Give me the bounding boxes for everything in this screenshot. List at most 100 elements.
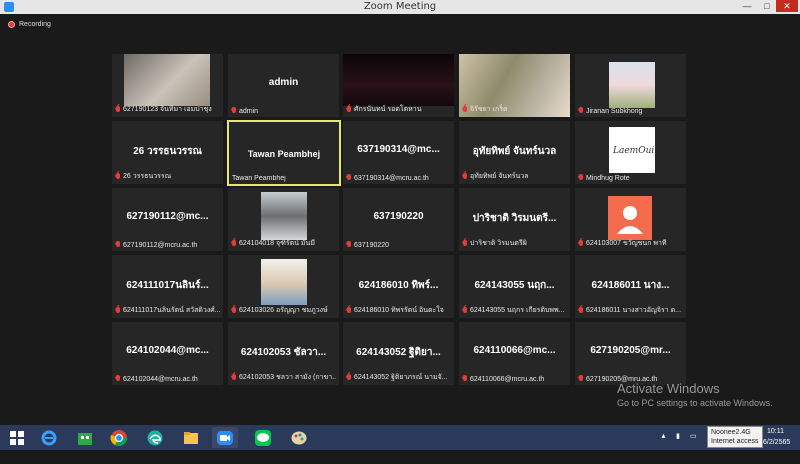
recording-indicator[interactable]: Recording: [8, 21, 51, 28]
wifi-status: Internet access: [711, 438, 759, 445]
muted-mic-icon: [115, 306, 121, 315]
muted-mic-icon: [346, 373, 352, 382]
participant-display-name: admin: [268, 77, 299, 88]
participant-name: ศักรนันทน์ รอดโตหาน: [354, 106, 422, 113]
paint-icon: [291, 431, 307, 444]
muted-mic-icon: [462, 239, 468, 248]
participant-tile[interactable]: 627190112@mc... 627190112@mcru.ac.th: [112, 188, 223, 251]
participant-tile[interactable]: LaemOui Mindhug Rote: [575, 121, 686, 184]
store-button[interactable]: [72, 427, 98, 448]
window-title: Zoom Meeting: [363, 1, 437, 12]
muted-mic-icon: [578, 107, 584, 115]
participant-name: 624110066@mcru.ac.th: [470, 375, 545, 383]
participant-tile[interactable]: 624143055 นฤก... 624143055 นฤกร เกียรติบ…: [459, 255, 570, 318]
line-button[interactable]: [250, 427, 276, 448]
participant-tile[interactable]: Jiranan Subkhong: [575, 54, 686, 117]
participant-tile[interactable]: อุทัยทิพย์ จันทร์นวล อุทัยทิพย์ จันทร์นว…: [459, 121, 570, 184]
minimize-button[interactable]: —: [738, 0, 756, 12]
wifi-network-name: Noonee2.4G: [711, 429, 751, 436]
participant-display-name: Tawan Peambhej: [247, 149, 321, 159]
participant-name: 624186010 ทิพรรัตน์ อินตะใจ: [354, 307, 444, 314]
avatar: [608, 196, 652, 240]
muted-mic-icon: [346, 306, 352, 315]
muted-mic-icon: [231, 107, 237, 115]
participant-name: 26 วรรธนวรรณ: [123, 173, 172, 180]
participant-display-name: 624186010 ทิพร์...: [358, 280, 439, 291]
participant-display-name: 637190220: [373, 211, 424, 222]
battery-icon[interactable]: ▭: [690, 432, 697, 457]
participant-video: [343, 54, 454, 106]
participant-display-name: อุทัยทิพย์ จันทร์นวล: [472, 146, 557, 157]
muted-mic-icon: [115, 375, 121, 383]
participant-tile[interactable]: 624110066@mc... 624110066@mcru.ac.th: [459, 322, 570, 385]
tray-show-hidden-icon[interactable]: ▲: [660, 433, 667, 458]
folder-icon: [184, 431, 198, 444]
close-button[interactable]: ✕: [776, 0, 798, 12]
participant-video: [261, 259, 307, 305]
participant-tile[interactable]: 624186010 ทิพร์... 624186010 ทิพรรัตน์ อ…: [343, 255, 454, 318]
participant-name: 627190123 จันทิมา เอมปาชุง: [123, 106, 212, 113]
recording-icon: [8, 21, 15, 28]
participant-name: 624103026 อรัญญา ชมภูวงษ์: [239, 307, 328, 314]
participant-tile[interactable]: admin admin: [228, 54, 339, 117]
participant-tile[interactable]: 624102053 ชัลวา... 624102053 ชลวา สามัง …: [228, 322, 339, 385]
muted-mic-icon: [578, 174, 584, 182]
participant-tile[interactable]: 624103026 อรัญญา ชมภูวงษ์: [228, 255, 339, 318]
participant-name: 624143052 ฐิติยาภรณ์ นามจั...: [354, 374, 448, 381]
muted-mic-icon: [462, 306, 468, 315]
participant-name: จิรัชยา เกร็ด: [470, 106, 508, 113]
watermark-title: Activate Windows: [617, 381, 720, 396]
start-button[interactable]: [4, 427, 30, 448]
participant-name: 624104018 จุฑิรัตน์ มั่นมี: [239, 240, 315, 247]
svg-text:LaemOui: LaemOui: [612, 146, 654, 156]
participant-video: LaemOui: [609, 127, 655, 173]
muted-mic-icon: [231, 306, 237, 315]
internet-explorer-button[interactable]: [36, 427, 62, 448]
participant-name: 637190220: [354, 241, 390, 249]
participant-display-name: 624110066@mc...: [473, 345, 556, 356]
participant-display-name: 627190112@mc...: [126, 211, 209, 222]
activation-watermark: Activate Windows Go to PC settings to ac…: [617, 381, 773, 408]
windows-logo-icon: [10, 430, 24, 445]
muted-mic-icon: [231, 239, 237, 248]
edge-button[interactable]: [142, 427, 168, 448]
participant-name: ปาริชาติ วิรมนตรีผิ: [470, 240, 527, 247]
muted-mic-icon: [115, 241, 121, 249]
chrome-button[interactable]: [106, 427, 132, 448]
wifi-tooltip: Noonee2.4G Internet access: [707, 426, 763, 448]
participant-tile[interactable]: 26 วรรธนวรรณ 26 วรรธนวรรณ: [112, 121, 223, 184]
network-icon[interactable]: ▮: [676, 432, 680, 457]
participant-tile[interactable]: 624103007 ขวัญชนก พาที: [575, 188, 686, 251]
muted-mic-icon: [346, 174, 352, 182]
participant-tile[interactable]: 637190314@mc... 637190314@mcru.ac.th: [343, 121, 454, 184]
participant-video: [124, 54, 210, 106]
zoom-taskbar-button[interactable]: [212, 427, 238, 448]
chrome-icon: [110, 429, 128, 446]
participant-tile[interactable]: 637190220 637190220: [343, 188, 454, 251]
maximize-button[interactable]: □: [758, 0, 776, 12]
participant-tile[interactable]: ปาริชาติ วิรมนตรี... ปาริชาติ วิรมนตรีผิ: [459, 188, 570, 251]
participant-tile[interactable]: 624104018 จุฑิรัตน์ มั่นมี: [228, 188, 339, 251]
participant-display-name: 637190314@mc...: [357, 144, 440, 155]
participant-tile[interactable]: ศักรนันทน์ รอดโตหาน: [343, 54, 454, 117]
zoom-icon: [217, 430, 233, 445]
participant-name: 624111017นลินรัตน์ สวัสดิวงศ์...: [123, 307, 220, 314]
participant-tile[interactable]: 627190123 จันทิมา เอมปาชุง: [112, 54, 223, 117]
clock-date[interactable]: 6/2/2565: [763, 439, 790, 464]
participant-display-name: 624143055 นฤก...: [474, 280, 555, 291]
muted-mic-icon: [115, 172, 121, 181]
participant-tile[interactable]: จิรัชยา เกร็ด: [459, 54, 570, 117]
muted-mic-icon: [462, 375, 468, 383]
title-bar: Zoom Meeting — □ ✕: [0, 0, 800, 14]
paint-button[interactable]: [286, 427, 312, 448]
participant-tile[interactable]: 624102044@mc... 624102044@mcru.ac.th: [112, 322, 223, 385]
participant-tile[interactable]: 624111017นลินร์... 624111017นลินรัตน์ สว…: [112, 255, 223, 318]
participant-tile[interactable]: 624143052 ฐิติยา... 624143052 ฐิติยาภรณ์…: [343, 322, 454, 385]
participant-tile[interactable]: 627190205@mr... 627190205@mru.ac.th: [575, 322, 686, 385]
active-speaker-tile[interactable]: Tawan Peambhej Tawan Peambhej: [227, 120, 341, 186]
file-explorer-button[interactable]: [178, 427, 204, 448]
store-icon: [78, 432, 92, 445]
edge-icon: [147, 430, 163, 445]
participant-tile[interactable]: 624186011 นาง... 624186011 นางสาวอัญจิรา…: [575, 255, 686, 318]
participant-display-name: 624111017นลินร์...: [126, 280, 209, 291]
